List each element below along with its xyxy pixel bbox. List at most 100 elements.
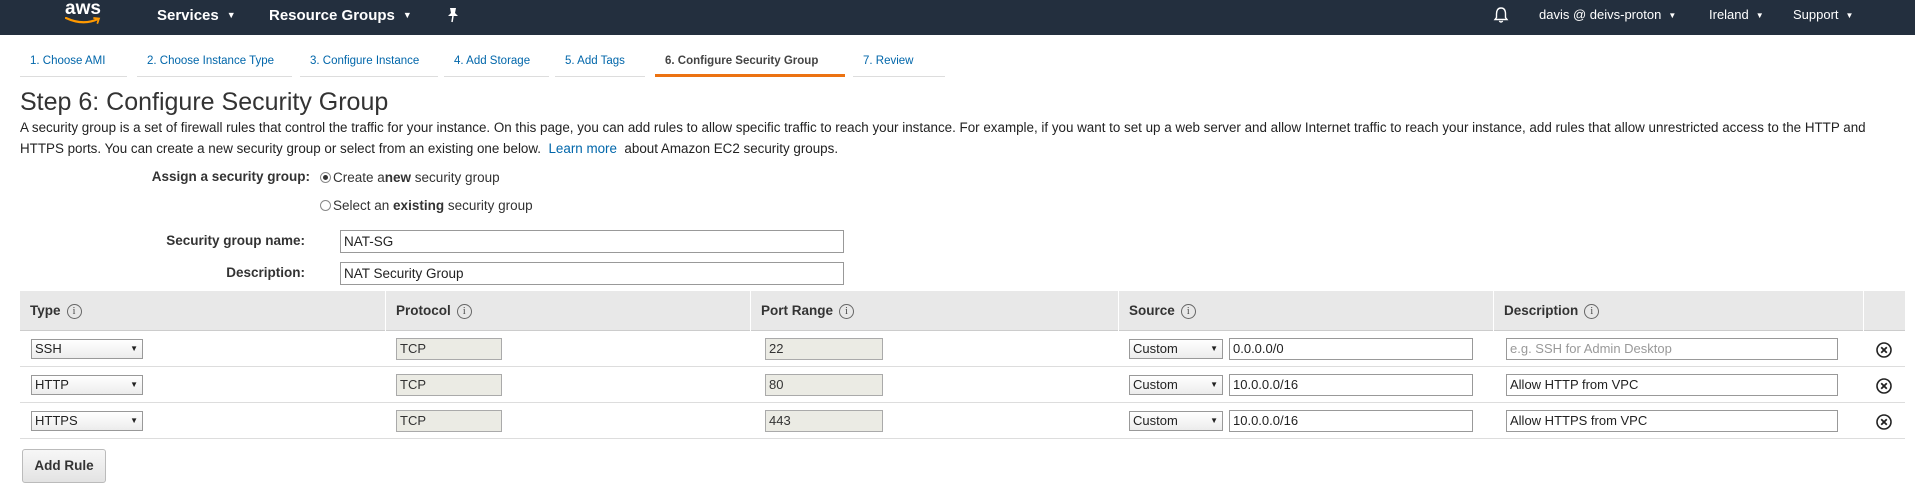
services-menu[interactable]: Services ▼: [157, 0, 236, 35]
top-nav-bar: aws Services ▼ Resource Groups ▼ davis @ d…: [0, 0, 1915, 35]
col-description: Description i: [1493, 291, 1863, 331]
aws-logo[interactable]: aws: [62, 0, 104, 30]
rule-type-value: SSH: [35, 341, 62, 356]
bell-icon[interactable]: [1493, 6, 1509, 24]
aws-logo-text: aws: [65, 0, 101, 19]
rule-port-field: 443: [765, 410, 883, 432]
tab-configure-instance[interactable]: 3. Configure Instance: [300, 50, 438, 77]
col-protocol: Protocol i: [385, 291, 750, 331]
chevron-down-icon: ▼: [1845, 11, 1854, 20]
rule-type-select[interactable]: SSH ▼: [31, 339, 143, 359]
rule-type-select[interactable]: HTTPS ▼: [31, 411, 143, 431]
col-port-range: Port Range i: [750, 291, 1118, 331]
rule-source-select[interactable]: Custom ▼: [1129, 339, 1223, 359]
rule-protocol-field: TCP: [396, 410, 502, 432]
assign-security-group-label: Assign a security group:: [151, 169, 310, 184]
rule-source-input[interactable]: 0.0.0.0/0: [1229, 338, 1473, 360]
intro-text-tail: about Amazon EC2 security groups.: [624, 141, 839, 156]
radio-button-selected[interactable]: [320, 172, 331, 183]
info-icon[interactable]: i: [839, 304, 855, 319]
rule-source-mode: Custom: [1133, 377, 1178, 392]
resource-groups-label: Resource Groups: [269, 7, 395, 24]
caret-down-icon: ▼: [1210, 344, 1218, 353]
rule-description-input[interactable]: e.g. SSH for Admin Desktop: [1506, 338, 1838, 360]
table-row: HTTPS ▼ TCP 443 Custom ▼ 10.0.0.0/16 Allow…: [20, 403, 1905, 439]
col-type: Type i: [20, 291, 385, 331]
radio-create-new-pre: Create a: [333, 170, 385, 185]
rule-port-field: 22: [765, 338, 883, 360]
page-title: Step 6: Configure Security Group: [20, 88, 389, 116]
radio-create-new[interactable]: Create a new security group: [320, 170, 500, 185]
learn-more-link[interactable]: Learn more: [548, 141, 616, 156]
radio-existing-post: security group: [444, 198, 533, 213]
tab-choose-ami[interactable]: 1. Choose AMI: [20, 50, 127, 77]
description-label: Description:: [226, 265, 305, 280]
col-port-range-label: Port Range: [761, 303, 834, 318]
region-menu[interactable]: Ireland ▼: [1709, 0, 1764, 35]
info-icon[interactable]: i: [1584, 304, 1600, 319]
services-label: Services: [157, 7, 219, 24]
rule-protocol-field: TCP: [396, 374, 502, 396]
remove-circle-icon[interactable]: [1876, 378, 1892, 394]
support-menu[interactable]: Support ▼: [1793, 0, 1853, 35]
info-icon[interactable]: i: [66, 304, 82, 319]
chevron-down-icon: ▼: [1668, 11, 1677, 20]
rule-source-input[interactable]: 10.0.0.0/16: [1229, 374, 1473, 396]
radio-select-existing[interactable]: Select an existing security group: [320, 198, 533, 213]
info-icon[interactable]: i: [456, 304, 472, 319]
chevron-down-icon: ▼: [402, 10, 412, 20]
pin-icon[interactable]: [446, 7, 460, 23]
tab-add-storage[interactable]: 4. Add Storage: [444, 50, 549, 77]
aws-smile-icon: [65, 17, 101, 24]
rule-source-input[interactable]: 10.0.0.0/16: [1229, 410, 1473, 432]
account-label: davis @ deivs-proton: [1539, 7, 1662, 22]
account-menu[interactable]: davis @ deivs-proton ▼: [1539, 0, 1676, 35]
tab-choose-instance-type[interactable]: 2. Choose Instance Type: [137, 50, 292, 77]
support-label: Support: [1793, 7, 1839, 22]
info-icon[interactable]: i: [1180, 304, 1196, 319]
table-row: SSH ▼ TCP 22 Custom ▼ 0.0.0.0/0 e.g. SSH f…: [20, 331, 1905, 367]
security-group-name-input[interactable]: NAT-SG: [340, 230, 844, 253]
col-type-label: Type: [30, 303, 61, 318]
chevron-down-icon: ▼: [226, 10, 236, 20]
security-group-description-input[interactable]: NAT Security Group: [340, 262, 844, 285]
security-group-name-label: Security group name:: [166, 233, 305, 248]
rule-source-select[interactable]: Custom ▼: [1129, 411, 1223, 431]
radio-existing-bold: existing: [393, 198, 445, 213]
rule-type-select[interactable]: HTTP ▼: [31, 375, 143, 395]
tab-configure-security-group[interactable]: 6. Configure Security Group: [655, 50, 845, 77]
table-header: Type i Protocol i Port Range i Source i Desc…: [20, 291, 1905, 331]
col-protocol-label: Protocol: [396, 303, 451, 318]
rule-source-mode: Custom: [1133, 341, 1178, 356]
remove-circle-icon[interactable]: [1876, 342, 1892, 358]
col-source-label: Source: [1129, 303, 1175, 318]
tab-review[interactable]: 7. Review: [853, 50, 945, 77]
remove-circle-icon[interactable]: [1876, 414, 1892, 430]
add-rule-button[interactable]: Add Rule: [22, 449, 106, 483]
intro-text: A security group is a set of firewall ru…: [20, 117, 1900, 159]
rule-protocol-field: TCP: [396, 338, 502, 360]
region-label: Ireland: [1709, 7, 1749, 22]
rule-type-value: HTTP: [35, 377, 69, 392]
col-actions: [1863, 291, 1905, 331]
radio-button[interactable]: [320, 200, 331, 211]
rule-type-value: HTTPS: [35, 413, 78, 428]
tab-add-tags[interactable]: 5. Add Tags: [555, 50, 645, 77]
col-description-label: Description: [1504, 303, 1579, 318]
caret-down-icon: ▼: [1210, 416, 1218, 425]
radio-create-new-bold: new: [384, 170, 412, 185]
intro-text-main: A security group is a set of firewall ru…: [20, 120, 1866, 156]
caret-down-icon: ▼: [1210, 380, 1218, 389]
caret-down-icon: ▼: [130, 380, 138, 389]
inbound-rules-table: Type i Protocol i Port Range i Source i Desc…: [20, 291, 1905, 441]
rule-description-input[interactable]: Allow HTTPS from VPC: [1506, 410, 1838, 432]
caret-down-icon: ▼: [130, 344, 138, 353]
radio-create-new-post: security group: [411, 170, 500, 185]
chevron-down-icon: ▼: [1755, 11, 1764, 20]
resource-groups-menu[interactable]: Resource Groups ▼: [269, 0, 412, 35]
radio-existing-pre: Select an: [333, 198, 394, 213]
rule-description-input[interactable]: Allow HTTP from VPC: [1506, 374, 1838, 396]
rule-port-field: 80: [765, 374, 883, 396]
rule-source-select[interactable]: Custom ▼: [1129, 375, 1223, 395]
table-row: HTTP ▼ TCP 80 Custom ▼ 10.0.0.0/16 Allow H…: [20, 367, 1905, 403]
